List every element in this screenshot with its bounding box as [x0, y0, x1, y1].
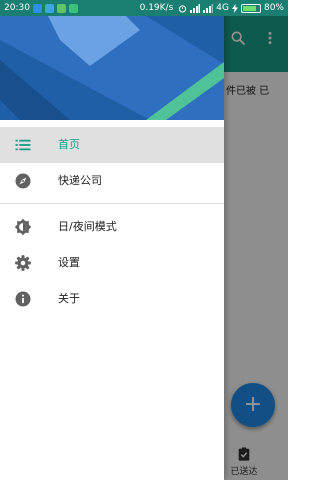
signal-icon [203, 3, 214, 13]
list-icon [15, 139, 31, 151]
charging-icon [231, 3, 238, 13]
menu-item-settings[interactable]: 设置 [0, 245, 224, 281]
menu-label: 关于 [58, 292, 80, 305]
signal-icon [190, 3, 201, 13]
menu-label: 日/夜间模式 [58, 220, 117, 233]
notification-icon [56, 3, 66, 13]
notification-icon [32, 3, 42, 13]
menu-label: 设置 [58, 256, 80, 269]
status-bar: 20:30 0.19K/s 4G 80% [0, 0, 288, 16]
alarm-icon [179, 4, 187, 13]
drawer-header [0, 0, 224, 120]
menu-item-courier-companies[interactable]: 快递公司 [0, 163, 224, 199]
info-icon [15, 291, 31, 307]
gear-icon [15, 255, 31, 271]
battery-icon [240, 3, 261, 13]
network-speed: 0.19K/s [139, 3, 174, 13]
battery-level [242, 5, 256, 11]
compass-icon [15, 173, 31, 189]
navigation-drawer: 首页 快递公司 日/夜间模式 设置 关于 [0, 0, 224, 480]
menu-item-day-night-mode[interactable]: 日/夜间模式 [0, 209, 224, 245]
drawer-menu: 首页 快递公司 日/夜间模式 设置 关于 [0, 127, 224, 317]
menu-item-home[interactable]: 首页 [0, 127, 224, 163]
battery-percent: 80% [263, 3, 284, 13]
status-time: 20:30 [4, 3, 30, 13]
menu-label: 首页 [58, 138, 80, 151]
notification-icon [68, 3, 78, 13]
menu-divider [0, 203, 224, 204]
header-material-pattern [0, 0, 224, 120]
notification-icon [44, 3, 54, 13]
network-type: 4G [216, 3, 229, 13]
menu-item-about[interactable]: 关于 [0, 281, 224, 317]
brightness-icon [14, 218, 32, 236]
menu-label: 快递公司 [58, 174, 102, 187]
